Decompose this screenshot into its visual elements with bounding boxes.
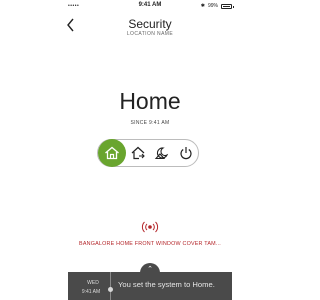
away-icon [131, 146, 145, 160]
battery-icon [221, 3, 234, 9]
mode-away-button[interactable] [125, 140, 151, 166]
mode-since-label: SINCE 9:41 AM [130, 120, 170, 126]
activity-day: WED [87, 280, 99, 286]
location-name: LOCATION NAME [126, 31, 174, 37]
home-icon [105, 146, 119, 160]
timeline-dot [108, 287, 113, 292]
timeline-line [110, 272, 111, 300]
night-icon [154, 147, 169, 160]
current-mode-label: Home [119, 88, 181, 114]
status-time: 9:41 AM [138, 2, 162, 8]
activity-message: You set the system to Home. [118, 280, 215, 289]
page-title: Security [128, 17, 172, 31]
activity-time: 9:41 AM [81, 289, 101, 295]
mode-night-button[interactable] [149, 140, 175, 166]
alert-message[interactable]: BANGALORE HOME FRONT WINDOW COVER TAM... [0, 241, 300, 247]
status-bar: ••••• 9:41 AM ✱ 99% [0, 0, 300, 12]
siren-icon [140, 220, 160, 234]
power-icon [180, 147, 192, 160]
mode-off-button[interactable] [173, 140, 199, 166]
battery-percent: 99% [207, 3, 218, 9]
activity-drawer[interactable]: WED 9:41 AM You set the system to Home. [68, 272, 232, 300]
mode-home-button[interactable] [98, 139, 126, 167]
battery-indicator: ✱ 99% [200, 3, 234, 9]
bluetooth-icon: ✱ [200, 3, 205, 9]
nav-header: Security LOCATION NAME [0, 14, 300, 40]
mode-selector [97, 139, 199, 167]
